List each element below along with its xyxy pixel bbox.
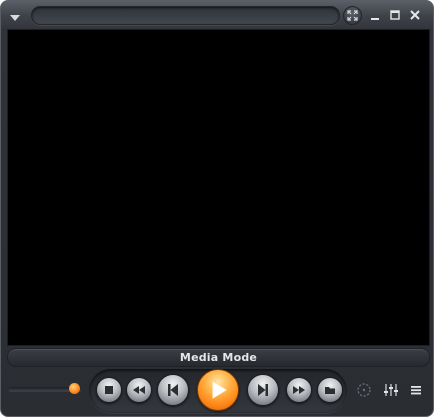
title-bar[interactable] bbox=[1, 1, 433, 29]
previous-button[interactable] bbox=[157, 374, 189, 406]
minimize-icon bbox=[371, 18, 379, 20]
rewind-button[interactable] bbox=[126, 377, 152, 403]
maximize-button[interactable] bbox=[385, 6, 405, 24]
next-button[interactable] bbox=[247, 374, 279, 406]
volume-handle[interactable] bbox=[69, 383, 81, 394]
fast-forward-button[interactable] bbox=[286, 377, 312, 403]
fast-forward-icon bbox=[293, 386, 305, 394]
stop-icon bbox=[105, 386, 113, 394]
title-display bbox=[31, 6, 340, 25]
reticle-icon bbox=[357, 383, 371, 397]
previous-icon bbox=[168, 384, 178, 396]
next-icon bbox=[258, 384, 268, 396]
open-folder-icon bbox=[325, 387, 335, 394]
stop-button[interactable] bbox=[96, 377, 122, 403]
status-bar: Media Mode bbox=[7, 348, 430, 367]
minimize-button[interactable] bbox=[365, 6, 385, 24]
playlist-button[interactable] bbox=[407, 381, 425, 399]
open-folder-button[interactable] bbox=[317, 377, 343, 403]
reticle-button[interactable] bbox=[355, 381, 373, 399]
play-button[interactable] bbox=[197, 369, 239, 411]
menu-dropdown-icon[interactable] bbox=[7, 9, 23, 21]
control-bar bbox=[1, 367, 433, 416]
close-icon bbox=[410, 10, 420, 20]
video-area[interactable] bbox=[7, 29, 430, 346]
equalizer-icon bbox=[384, 384, 398, 396]
playlist-icon bbox=[411, 386, 421, 395]
play-icon bbox=[212, 381, 227, 399]
fullscreen-icon bbox=[347, 9, 358, 21]
close-button[interactable] bbox=[405, 6, 425, 24]
player-window: Media Mode bbox=[0, 0, 434, 417]
volume-slider[interactable] bbox=[9, 383, 81, 394]
fullscreen-button[interactable] bbox=[343, 5, 362, 25]
status-text: Media Mode bbox=[179, 351, 258, 364]
equalizer-button[interactable] bbox=[382, 381, 400, 399]
rewind-icon bbox=[133, 386, 145, 394]
maximize-icon bbox=[390, 10, 400, 20]
